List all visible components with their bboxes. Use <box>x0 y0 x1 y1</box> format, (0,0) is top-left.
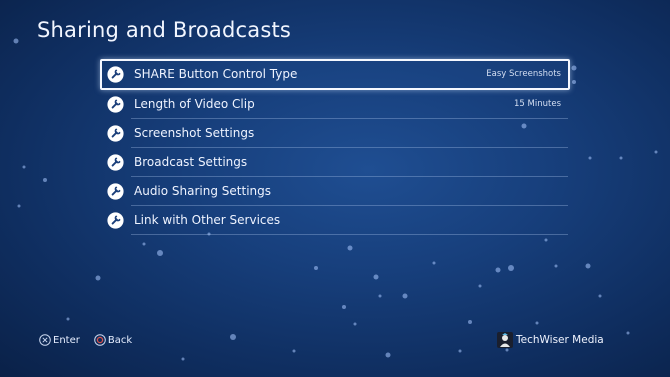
techwiser-logo-icon <box>497 332 513 348</box>
page-title: Sharing and Broadcasts <box>37 18 292 42</box>
separator <box>131 234 568 235</box>
cross-button-icon <box>39 334 51 346</box>
menu-item-label: Broadcast Settings <box>134 155 248 169</box>
menu-item-value: Easy Screenshots <box>486 69 561 79</box>
menu-item-label: Screenshot Settings <box>134 126 255 140</box>
circle-button-icon <box>94 334 106 346</box>
wrench-icon <box>107 212 124 229</box>
settings-menu: SHARE Button Control Type Easy Screensho… <box>100 59 570 235</box>
back-hint[interactable]: Back <box>94 334 132 346</box>
menu-item-label: SHARE Button Control Type <box>134 67 298 81</box>
menu-item-link-with-other-services[interactable]: Link with Other Services <box>100 206 570 235</box>
wrench-icon <box>107 154 124 171</box>
wrench-icon <box>107 66 124 83</box>
wrench-icon <box>107 96 124 113</box>
menu-item-value: 15 Minutes <box>514 99 561 109</box>
wrench-icon <box>107 125 124 142</box>
enter-hint[interactable]: Enter <box>39 334 80 346</box>
menu-item-broadcast-settings[interactable]: Broadcast Settings <box>100 148 570 177</box>
watermark: TechWiser Media <box>497 331 604 349</box>
menu-item-audio-sharing-settings[interactable]: Audio Sharing Settings <box>100 177 570 206</box>
button-hints: Enter Back <box>39 333 146 347</box>
menu-item-length-of-video-clip[interactable]: Length of Video Clip 15 Minutes <box>100 90 570 119</box>
menu-item-screenshot-settings[interactable]: Screenshot Settings <box>100 119 570 148</box>
menu-item-share-button-control-type[interactable]: SHARE Button Control Type Easy Screensho… <box>100 59 570 90</box>
menu-item-label: Audio Sharing Settings <box>134 184 272 198</box>
watermark-text: TechWiser Media <box>516 334 604 346</box>
back-label: Back <box>107 334 133 346</box>
wrench-icon <box>107 183 124 200</box>
menu-item-label: Link with Other Services <box>134 213 281 227</box>
menu-item-label: Length of Video Clip <box>134 97 255 111</box>
enter-label: Enter <box>53 334 80 346</box>
